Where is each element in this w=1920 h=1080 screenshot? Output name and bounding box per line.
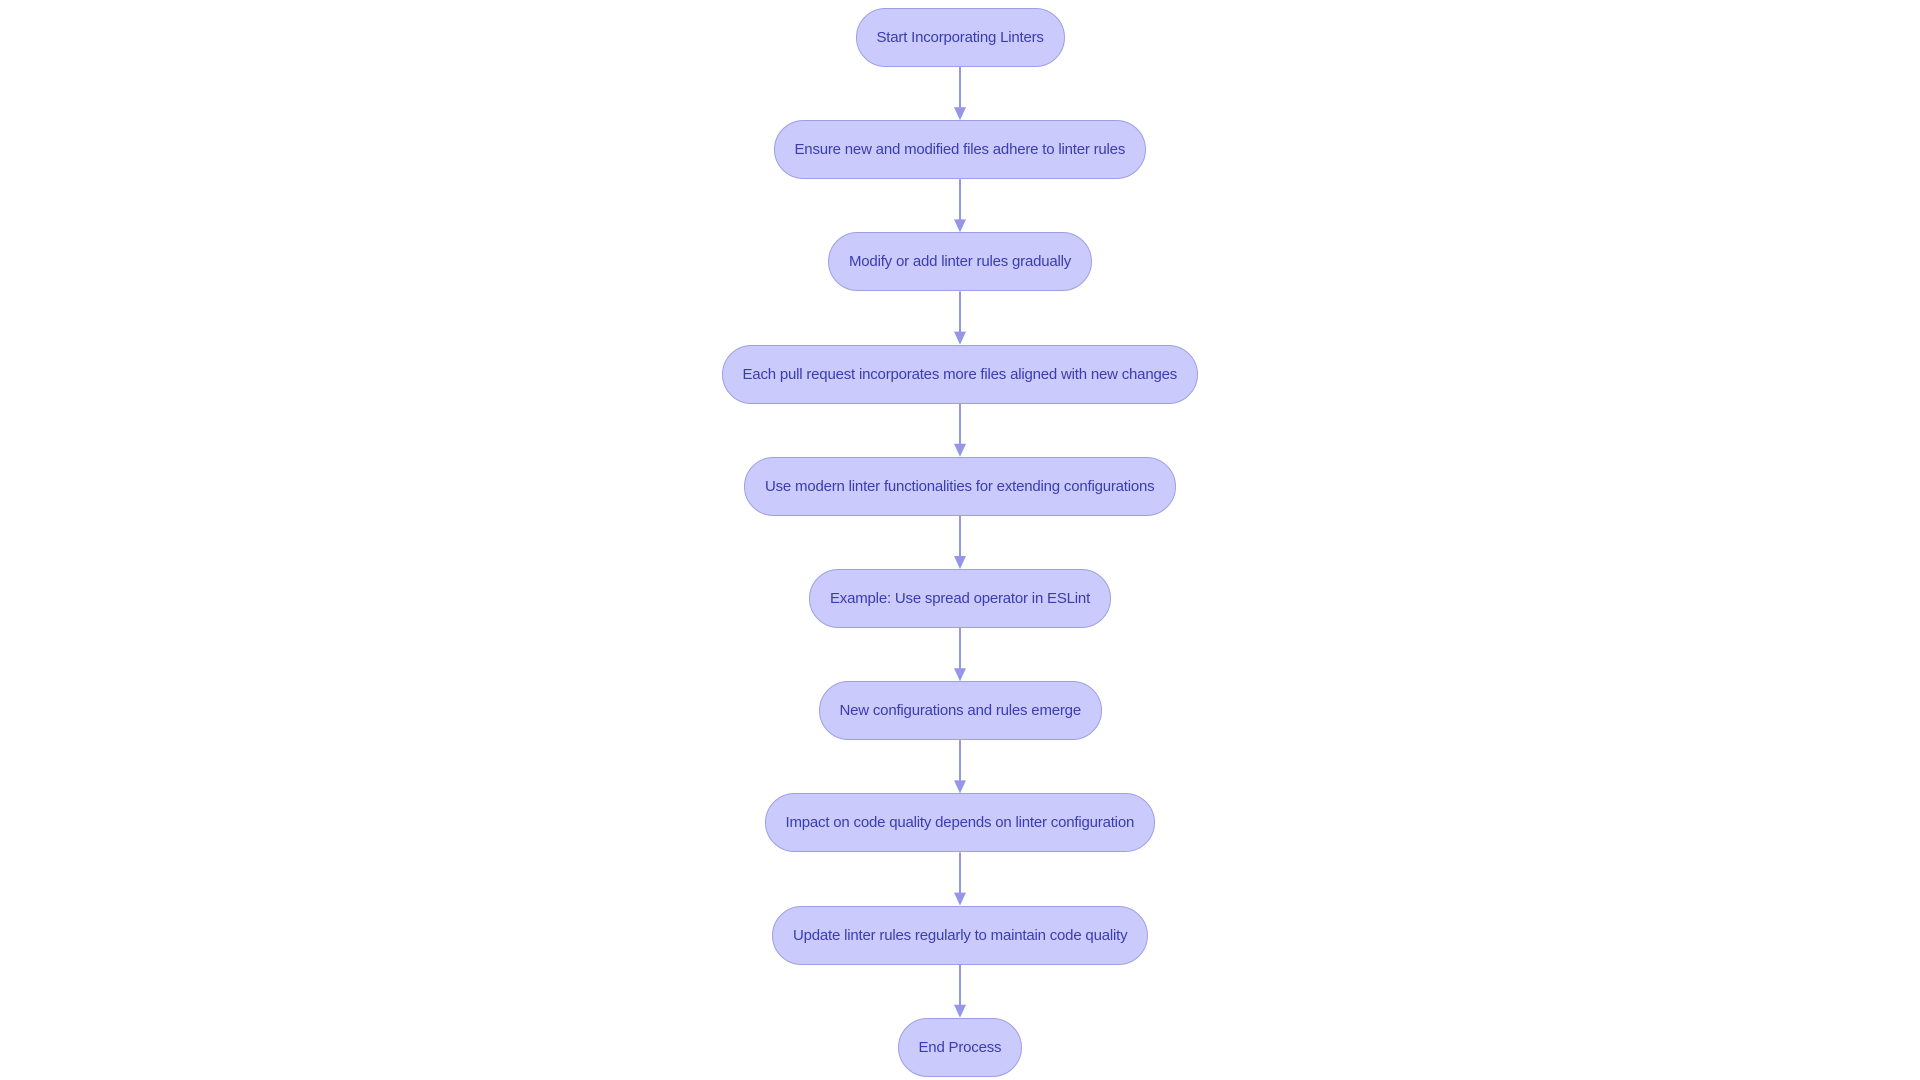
- arrowhead-icon: [954, 443, 966, 457]
- node-pull-request: Each pull request incorporates more file…: [721, 344, 1199, 404]
- arrowhead-icon: [954, 556, 966, 569]
- node-modify-rules: Modify or add linter rules gradually: [828, 232, 1093, 292]
- node-example-spread: Example: Use spread operator in ESLint: [809, 569, 1112, 628]
- edge-arrow: [954, 515, 966, 569]
- edge-arrow: [954, 179, 966, 233]
- node-start: Start Incorporating Linters: [855, 8, 1065, 67]
- node-end: End Process: [897, 1017, 1023, 1077]
- edge-arrow: [954, 67, 966, 121]
- edge-arrow: [954, 291, 966, 345]
- arrowhead-icon: [954, 780, 966, 794]
- edge-arrow: [954, 628, 966, 682]
- flowchart: Start Incorporating Linters Ensure new a…: [0, 0, 1920, 1080]
- node-modern-functionalities: Use modern linter functionalities for ex…: [744, 456, 1176, 516]
- edge-arrow: [954, 964, 966, 1018]
- node-new-configurations: New configurations and rules emerge: [818, 681, 1102, 741]
- arrowhead-icon: [954, 219, 966, 233]
- arrowhead-icon: [954, 331, 966, 345]
- edge-arrow: [954, 740, 966, 794]
- arrowhead-icon: [954, 668, 966, 682]
- node-impact-quality: Impact on code quality depends on linter…: [764, 793, 1156, 853]
- node-ensure-files-adhere: Ensure new and modified files adhere to …: [773, 120, 1147, 180]
- edge-arrow: [954, 403, 966, 457]
- arrowhead-icon: [954, 107, 966, 121]
- node-update-rules: Update linter rules regularly to maintai…: [772, 905, 1149, 965]
- arrowhead-icon: [954, 1004, 966, 1018]
- edge-arrow: [954, 852, 966, 906]
- arrowhead-icon: [954, 892, 966, 906]
